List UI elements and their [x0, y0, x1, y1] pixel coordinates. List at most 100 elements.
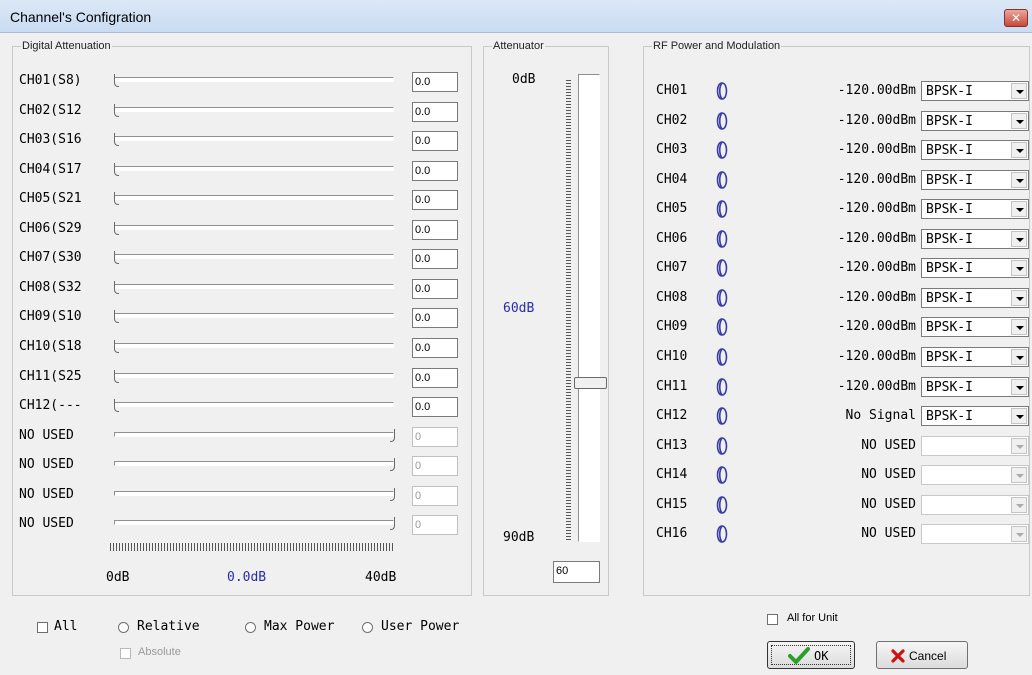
digital-row-slider[interactable]: [114, 373, 394, 378]
speaker-icon[interactable]: [713, 258, 731, 278]
digital-row-slider-thumb[interactable]: [114, 251, 119, 264]
user-power-radio[interactable]: [362, 622, 373, 633]
digital-row-slider-thumb[interactable]: [114, 74, 119, 87]
speaker-icon[interactable]: [713, 347, 731, 367]
modulation-select[interactable]: [921, 436, 1029, 456]
close-button[interactable]: ✕: [1004, 9, 1028, 27]
digital-row-slider-thumb[interactable]: [114, 340, 119, 353]
all-for-unit-checkbox[interactable]: [767, 614, 778, 625]
modulation-select[interactable]: [921, 465, 1029, 485]
chevron-down-icon[interactable]: [1011, 467, 1027, 483]
chevron-down-icon[interactable]: [1011, 497, 1027, 513]
chevron-down-icon[interactable]: [1011, 379, 1027, 395]
digital-row-slider[interactable]: [114, 136, 394, 141]
digital-row-value-input[interactable]: 0: [412, 486, 458, 506]
digital-row-value-input[interactable]: 0.0: [412, 338, 458, 358]
digital-row-value-input[interactable]: 0.0: [412, 397, 458, 417]
modulation-select[interactable]: BPSK-I: [921, 81, 1029, 101]
speaker-icon[interactable]: [713, 81, 731, 101]
digital-row-value-input[interactable]: 0: [412, 515, 458, 535]
max-power-radio[interactable]: [245, 622, 256, 633]
digital-row-slider[interactable]: [114, 343, 394, 348]
chevron-down-icon[interactable]: [1011, 319, 1027, 335]
digital-row-slider-thumb[interactable]: [114, 370, 119, 383]
modulation-select[interactable]: BPSK-I: [921, 258, 1029, 278]
modulation-select[interactable]: BPSK-I: [921, 347, 1029, 367]
modulation-select[interactable]: BPSK-I: [921, 288, 1029, 308]
digital-row-value-input[interactable]: 0.0: [412, 249, 458, 269]
digital-row-slider[interactable]: [114, 195, 394, 200]
absolute-checkbox[interactable]: [120, 648, 131, 659]
all-checkbox[interactable]: [37, 622, 48, 633]
digital-row-slider[interactable]: [114, 313, 394, 318]
digital-row-slider[interactable]: [114, 166, 394, 171]
digital-row-value-input[interactable]: 0.0: [412, 161, 458, 181]
modulation-select[interactable]: BPSK-I: [921, 406, 1029, 426]
modulation-select[interactable]: [921, 495, 1029, 515]
digital-row-slider[interactable]: [114, 284, 394, 289]
digital-row-value-input[interactable]: 0.0: [412, 220, 458, 240]
chevron-down-icon[interactable]: [1011, 349, 1027, 365]
cancel-button[interactable]: Cancel: [876, 641, 968, 669]
chevron-down-icon[interactable]: [1011, 142, 1027, 158]
speaker-icon[interactable]: [713, 524, 731, 544]
speaker-icon[interactable]: [713, 495, 731, 515]
digital-row-slider[interactable]: [114, 77, 394, 82]
modulation-select[interactable]: BPSK-I: [921, 140, 1029, 160]
digital-row-value-input[interactable]: 0.0: [412, 279, 458, 299]
chevron-down-icon[interactable]: [1011, 201, 1027, 217]
speaker-icon[interactable]: [713, 436, 731, 456]
speaker-icon[interactable]: [713, 170, 731, 190]
speaker-icon[interactable]: [713, 406, 731, 426]
chevron-down-icon[interactable]: [1011, 438, 1027, 454]
speaker-icon[interactable]: [713, 288, 731, 308]
ok-button[interactable]: OK: [767, 641, 855, 669]
modulation-select[interactable]: BPSK-I: [921, 317, 1029, 337]
chevron-down-icon[interactable]: [1011, 231, 1027, 247]
digital-row-slider-thumb[interactable]: [114, 192, 119, 205]
modulation-select[interactable]: BPSK-I: [921, 111, 1029, 131]
speaker-icon[interactable]: [713, 317, 731, 337]
speaker-icon[interactable]: [713, 377, 731, 397]
relative-radio[interactable]: [118, 622, 129, 633]
digital-row-value-input[interactable]: 0.0: [412, 190, 458, 210]
digital-row-slider[interactable]: [114, 225, 394, 230]
speaker-icon[interactable]: [713, 229, 731, 249]
digital-row-slider-thumb[interactable]: [114, 222, 119, 235]
digital-row-slider-thumb[interactable]: [114, 310, 119, 323]
chevron-down-icon[interactable]: [1011, 290, 1027, 306]
speaker-icon[interactable]: [713, 140, 731, 160]
speaker-icon[interactable]: [713, 465, 731, 485]
chevron-down-icon[interactable]: [1011, 113, 1027, 129]
attenuator-value-input[interactable]: 60: [553, 561, 600, 583]
chevron-down-icon[interactable]: [1011, 260, 1027, 276]
attenuator-slider-track[interactable]: [578, 74, 600, 542]
chevron-down-icon[interactable]: [1011, 83, 1027, 99]
digital-row-value-input[interactable]: 0: [412, 427, 458, 447]
digital-row-slider[interactable]: [114, 402, 394, 407]
digital-row-slider-thumb[interactable]: [114, 399, 119, 412]
digital-row-value-input[interactable]: 0.0: [412, 308, 458, 328]
digital-row-slider-thumb[interactable]: [114, 163, 119, 176]
modulation-select[interactable]: [921, 524, 1029, 544]
digital-row-value-input[interactable]: 0.0: [412, 131, 458, 151]
digital-row-value-input[interactable]: 0.0: [412, 102, 458, 122]
modulation-select[interactable]: BPSK-I: [921, 199, 1029, 219]
modulation-select[interactable]: BPSK-I: [921, 170, 1029, 190]
chevron-down-icon[interactable]: [1011, 408, 1027, 424]
speaker-icon[interactable]: [713, 199, 731, 219]
speaker-icon[interactable]: [713, 111, 731, 131]
digital-row-value-input[interactable]: 0: [412, 456, 458, 476]
digital-row-slider-thumb[interactable]: [114, 104, 119, 117]
digital-row-slider-thumb[interactable]: [114, 281, 119, 294]
digital-row-value-input[interactable]: 0.0: [412, 368, 458, 388]
digital-row-slider[interactable]: [114, 254, 394, 259]
chevron-down-icon[interactable]: [1011, 526, 1027, 542]
digital-row-slider[interactable]: [114, 107, 394, 112]
chevron-down-icon[interactable]: [1011, 172, 1027, 188]
modulation-select[interactable]: BPSK-I: [921, 229, 1029, 249]
digital-row-value-input[interactable]: 0.0: [412, 72, 458, 92]
modulation-select[interactable]: BPSK-I: [921, 377, 1029, 397]
attenuator-slider-thumb[interactable]: [574, 377, 607, 389]
digital-row-slider-thumb[interactable]: [114, 133, 119, 146]
